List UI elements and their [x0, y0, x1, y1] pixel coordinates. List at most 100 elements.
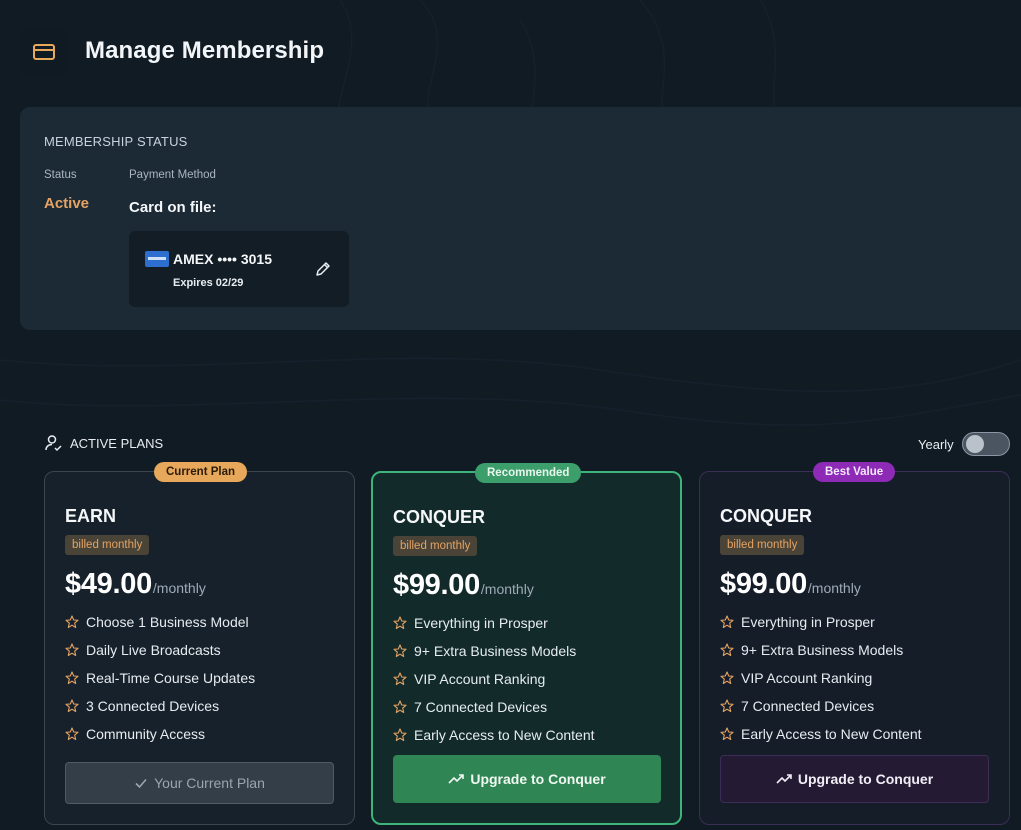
status-label: Status [44, 169, 77, 181]
feature-text: Choose 1 Business Model [86, 614, 249, 630]
star-icon [720, 643, 734, 657]
plan-card-conquer-best-value: Best Value CONQUER billed monthly $99.00… [699, 462, 1010, 825]
feature-item: VIP Account Ranking [720, 664, 922, 692]
page-title: Manage Membership [85, 37, 325, 64]
credit-card-icon [22, 30, 66, 74]
current-plan-badge: Current Plan [154, 462, 248, 482]
price-row: $99.00 /monthly [720, 568, 861, 601]
feature-text: 3 Connected Devices [86, 698, 220, 714]
upgrade-button[interactable]: Upgrade to Conquer [393, 755, 661, 803]
upgrade-button[interactable]: Upgrade to Conquer [720, 755, 989, 803]
billing-pill: billed monthly [720, 535, 805, 555]
feature-text: Everything in Prosper [414, 615, 548, 631]
feature-item: Real-Time Course Updates [65, 664, 255, 692]
plan-name: CONQUER [393, 507, 486, 527]
feature-text: Daily Live Broadcasts [86, 642, 221, 658]
price-row: $99.00 /monthly [393, 569, 534, 602]
plan-price: $49.00 [65, 568, 152, 600]
best-value-badge: Best Value [813, 462, 896, 482]
plan-period: /monthly [480, 581, 534, 597]
button-label: Upgrade to Conquer [470, 771, 606, 787]
feature-item: 7 Connected Devices [720, 692, 922, 720]
feature-item: Choose 1 Business Model [65, 608, 255, 636]
card-on-file-label: Card on file: [129, 199, 217, 216]
check-icon [134, 776, 148, 790]
star-icon [65, 727, 79, 741]
button-label: Your Current Plan [154, 775, 265, 791]
feature-text: Everything in Prosper [741, 614, 875, 630]
card-number: AMEX •••• 3015 [173, 251, 272, 267]
membership-status-heading: MEMBERSHIP STATUS [44, 134, 188, 149]
feature-list: Everything in Prosper 9+ Extra Business … [393, 609, 595, 749]
user-check-icon [45, 435, 62, 452]
feature-text: 9+ Extra Business Models [414, 643, 577, 659]
current-plan-button[interactable]: Your Current Plan [65, 762, 334, 804]
star-icon [65, 643, 79, 657]
star-icon [393, 672, 407, 686]
star-icon [393, 728, 407, 742]
feature-text: 7 Connected Devices [414, 699, 548, 715]
yearly-label: Yearly [918, 436, 954, 452]
feature-item: 9+ Extra Business Models [720, 636, 922, 664]
feature-item: Early Access to New Content [720, 720, 922, 748]
active-plans-header: ACTIVE PLANS [44, 433, 163, 453]
star-icon [393, 616, 407, 630]
feature-list: Choose 1 Business Model Daily Live Broad… [65, 608, 255, 748]
feature-text: Community Access [86, 726, 206, 742]
billing-pill: billed monthly [65, 535, 150, 555]
trending-up-icon [448, 773, 465, 785]
feature-item: Everything in Prosper [393, 609, 595, 637]
feature-text: VIP Account Ranking [741, 670, 873, 686]
feature-item: 9+ Extra Business Models [393, 637, 595, 665]
active-plans-title: ACTIVE PLANS [70, 435, 164, 451]
plan-name: EARN [65, 506, 117, 526]
feature-item: 7 Connected Devices [393, 693, 595, 721]
feature-text: Early Access to New Content [414, 727, 595, 743]
feature-text: 9+ Extra Business Models [741, 642, 904, 658]
plan-period: /monthly [807, 580, 861, 596]
billing-pill: billed monthly [393, 536, 478, 556]
recommended-badge: Recommended [475, 463, 582, 483]
edit-payment-button[interactable] [312, 258, 334, 280]
plan-price: $99.00 [720, 568, 807, 600]
yearly-toggle[interactable] [961, 432, 1010, 456]
star-icon [720, 727, 734, 741]
plan-name: CONQUER [720, 506, 813, 526]
feature-item: 3 Connected Devices [65, 692, 255, 720]
star-icon [65, 615, 79, 629]
status-value: Active [44, 195, 90, 212]
feature-text: VIP Account Ranking [414, 671, 546, 687]
feature-item: Everything in Prosper [720, 608, 922, 636]
feature-text: 7 Connected Devices [741, 698, 875, 714]
star-icon [65, 671, 79, 685]
plan-price: $99.00 [393, 569, 480, 601]
star-icon [720, 615, 734, 629]
star-icon [393, 700, 407, 714]
plan-card-earn: Current Plan EARN billed monthly $49.00 … [44, 462, 355, 825]
payment-card: AMEX •••• 3015 Expires 02/29 [129, 231, 349, 307]
toggle-knob [965, 435, 984, 453]
payment-method-label: Payment Method [129, 169, 216, 181]
star-icon [720, 671, 734, 685]
plan-card-conquer-recommended: Recommended CONQUER billed monthly $99.0… [371, 463, 682, 825]
page-header: Manage Membership [0, 0, 1021, 100]
plan-period: /monthly [152, 580, 206, 596]
star-icon [65, 699, 79, 713]
star-icon [720, 699, 734, 713]
trending-up-icon [776, 773, 792, 785]
membership-status-panel: MEMBERSHIP STATUS Status Active Payment … [20, 107, 1021, 330]
price-row: $49.00 /monthly [65, 568, 206, 601]
button-label: Upgrade to Conquer [797, 771, 934, 787]
feature-list: Everything in Prosper 9+ Extra Business … [720, 608, 922, 748]
feature-item: VIP Account Ranking [393, 665, 595, 693]
star-icon [393, 644, 407, 658]
feature-item: Early Access to New Content [393, 721, 595, 749]
pencil-icon [316, 262, 330, 276]
amex-card-icon [145, 251, 169, 267]
feature-text: Early Access to New Content [741, 726, 922, 742]
feature-item: Daily Live Broadcasts [65, 636, 255, 664]
yearly-toggle-group: Yearly [918, 432, 1010, 456]
card-expiry: Expires 02/29 [173, 277, 244, 289]
feature-text: Real-Time Course Updates [86, 670, 256, 686]
feature-item: Community Access [65, 720, 255, 748]
